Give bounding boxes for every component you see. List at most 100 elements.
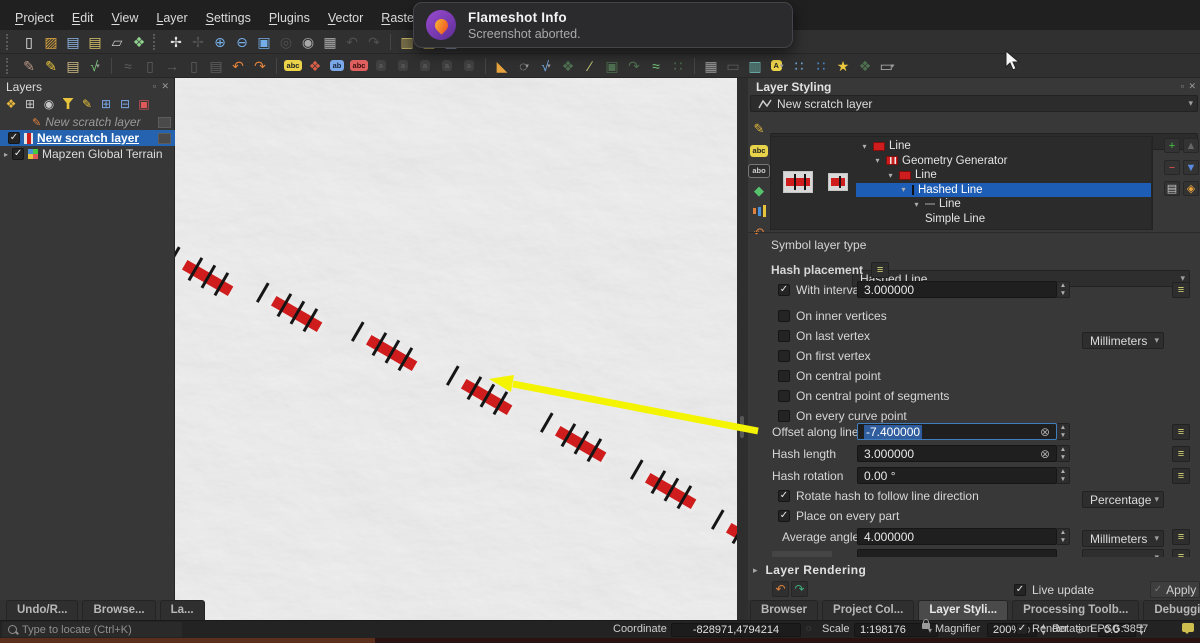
layer-item-new-scratch-layer[interactable]: New scratch layer <box>0 130 175 146</box>
zoom-in-icon[interactable]: ⊕ <box>210 32 230 52</box>
crs-indicator[interactable]: EPSG:3857 <box>1090 623 1148 635</box>
apply-button[interactable]: ✓ Apply <box>1150 581 1200 598</box>
close-panel-icon[interactable]: ✕ <box>1188 81 1196 92</box>
split-features-icon[interactable]: ∕ <box>580 56 600 76</box>
current-edits-icon[interactable]: ✎ <box>19 56 39 76</box>
placement-checkbox[interactable] <box>778 330 790 342</box>
remove-symbol-layer-button[interactable]: − <box>1164 160 1180 175</box>
coordinate-input[interactable]: -828971,4794214 <box>671 623 801 637</box>
clear-value-icon[interactable]: ⊗ <box>1040 447 1050 461</box>
menu-settings[interactable]: Settings <box>197 8 260 30</box>
dock-tab-project-col[interactable]: Project Col... <box>822 600 915 620</box>
digitize-with-segment-icon[interactable]: √ ▾ <box>85 56 105 76</box>
placement-checkbox[interactable] <box>778 350 790 362</box>
expander-icon[interactable]: ▾ <box>886 171 895 180</box>
expander-icon[interactable]: ▾ <box>899 185 908 194</box>
save-layer-edits-icon[interactable]: ▤ <box>63 56 83 76</box>
placement-checkbox[interactable] <box>778 310 790 322</box>
layer-visibility-checkbox[interactable] <box>12 148 25 160</box>
style-undo-button[interactable]: ↶ <box>772 581 789 597</box>
render-checkbox[interactable]: Render <box>1016 623 1068 635</box>
add-symbol-layer-button[interactable]: + <box>1164 138 1180 153</box>
map-canvas[interactable] <box>175 78 737 620</box>
select-nodes-icon[interactable]: ∷ <box>789 56 809 76</box>
close-panel-icon[interactable]: ✕ <box>161 81 169 92</box>
data-defined-override-icon[interactable]: ≡ <box>1172 446 1190 462</box>
menu-view[interactable]: View <box>102 8 147 30</box>
symbol-preview-large[interactable] <box>783 171 813 193</box>
flameshot-notification[interactable]: Flameshot Info Screenshot aborted. <box>413 2 793 48</box>
scale-lock-icon[interactable] <box>922 619 930 629</box>
new-project-icon[interactable]: ▯ <box>19 32 39 52</box>
data-defined-override-icon[interactable]: ≡ <box>1172 424 1190 440</box>
filter-legend-icon[interactable] <box>59 96 77 112</box>
3d-view-icon[interactable]: ◆ <box>748 182 770 200</box>
vertex-tool-icon[interactable]: √ ▾ <box>536 56 556 76</box>
dock-tab-browse[interactable]: Browse... <box>82 600 156 620</box>
open-styling-panel-icon[interactable]: ❖ <box>2 96 20 112</box>
toggle-editing-icon[interactable]: ✎ <box>41 56 61 76</box>
favorites-icon[interactable]: ★ <box>833 56 853 76</box>
hash-rotation-spinner[interactable]: ▲ ▼ <box>1057 467 1070 484</box>
tree-scrollbar[interactable]: ▲ ▼ <box>1151 138 1152 229</box>
save-project-icon[interactable]: ▤ <box>63 32 83 52</box>
hash-length-unit-dropdown[interactable]: Millimeters <box>1082 530 1164 547</box>
placement-checkbox[interactable] <box>778 390 790 402</box>
average-angle-spinner[interactable]: ▲ ▼ <box>1057 528 1070 545</box>
data-defined-override-icon[interactable]: ≡ <box>1172 282 1190 298</box>
panel-splitter[interactable] <box>737 78 748 620</box>
labels-icon[interactable]: abc <box>748 142 770 160</box>
panels-icon[interactable]: ▥ <box>745 56 765 76</box>
expand-all-icon[interactable]: ⊞ <box>97 96 115 112</box>
zoom-to-layer-icon[interactable]: ◉ <box>298 32 318 52</box>
symbol-tree-item-hashed-line[interactable]: ▾ Hashed Line <box>856 182 1152 197</box>
symbol-tree-item-line[interactable]: ▾ Line <box>856 139 1152 154</box>
dock-tab-la[interactable]: La... <box>159 600 205 620</box>
zoom-full-icon[interactable]: ▣ <box>254 32 274 52</box>
symbol-preview-small[interactable] <box>828 173 848 191</box>
collapse-arrow-icon[interactable]: ▸ <box>753 565 758 576</box>
data-defined-override-icon[interactable]: ≡ <box>1172 529 1190 545</box>
hash-length-spinner[interactable]: ▲ ▼ <box>1057 445 1070 462</box>
offset-along-line-input[interactable]: -7.400000 ⊗ <box>857 423 1057 440</box>
diagrams-icon[interactable] <box>748 202 770 220</box>
layer-rendering-header[interactable]: Layer Rendering <box>766 563 867 577</box>
move-up-button[interactable]: ▲ <box>1183 138 1199 153</box>
dock-tab-undo-r[interactable]: Undo/R... <box>6 600 79 620</box>
placement-checkbox[interactable] <box>778 370 790 382</box>
open-project-icon[interactable]: ▨ <box>41 32 61 52</box>
menu-edit[interactable]: Edit <box>63 8 103 30</box>
remove-layer-icon[interactable]: ▣ <box>135 96 153 112</box>
interval-unit-dropdown[interactable]: Millimeters <box>1082 332 1164 349</box>
history-icon[interactable]: ↶ <box>748 224 770 242</box>
label-single-icon[interactable]: ab <box>327 56 347 76</box>
symbol-tree-item-simple-line[interactable]: Simple Line <box>856 212 1152 227</box>
move-down-button[interactable]: ▼ <box>1183 160 1199 175</box>
label-rule-icon[interactable]: abc <box>349 56 369 76</box>
symbology-icon[interactable]: ✎ <box>748 120 770 138</box>
dock-tab-layer-styli[interactable]: Layer Styli... <box>918 600 1009 620</box>
hash-length-input[interactable]: 3.000000 ⊗ <box>857 445 1057 462</box>
lock-colors-button[interactable]: ◈ <box>1183 181 1199 196</box>
select-by-polygon-icon[interactable]: ◌ ▾ <box>514 56 534 76</box>
offset-spinner[interactable]: ▲ ▼ <box>1057 423 1070 440</box>
data-defined-override-icon[interactable]: ≡ <box>871 261 890 278</box>
undo-icon[interactable]: ↶ <box>228 56 248 76</box>
float-panel-icon[interactable]: ▫ <box>153 81 156 91</box>
layer-item-mapzen-global-terrain[interactable]: ▸ Mapzen Global Terrain <box>0 146 175 162</box>
messages-icon[interactable] <box>1182 623 1194 634</box>
callouts-icon[interactable]: abo <box>748 162 770 180</box>
expander-icon[interactable]: ▾ <box>912 200 921 209</box>
layer-labeling-icon[interactable]: abc <box>283 56 303 76</box>
auto-labels-icon[interactable]: A ▾ <box>767 56 787 76</box>
dock-tab-debugging-development-to[interactable]: Debugging/Development To... <box>1143 600 1200 620</box>
hash-rotation-input[interactable]: 0.00 ° <box>857 467 1057 484</box>
rotate-hash-checkbox[interactable] <box>778 490 790 502</box>
clear-value-icon[interactable]: ⊗ <box>1040 425 1050 439</box>
labeling-options-icon[interactable]: ❖ <box>305 56 325 76</box>
expander-icon[interactable]: ▸ <box>4 150 8 159</box>
placement-checkbox[interactable] <box>778 410 790 422</box>
dock-tab-browser[interactable]: Browser <box>750 600 819 620</box>
style-manager-icon[interactable]: ❖ <box>129 32 149 52</box>
style-redo-button[interactable]: ↷ <box>791 581 808 597</box>
